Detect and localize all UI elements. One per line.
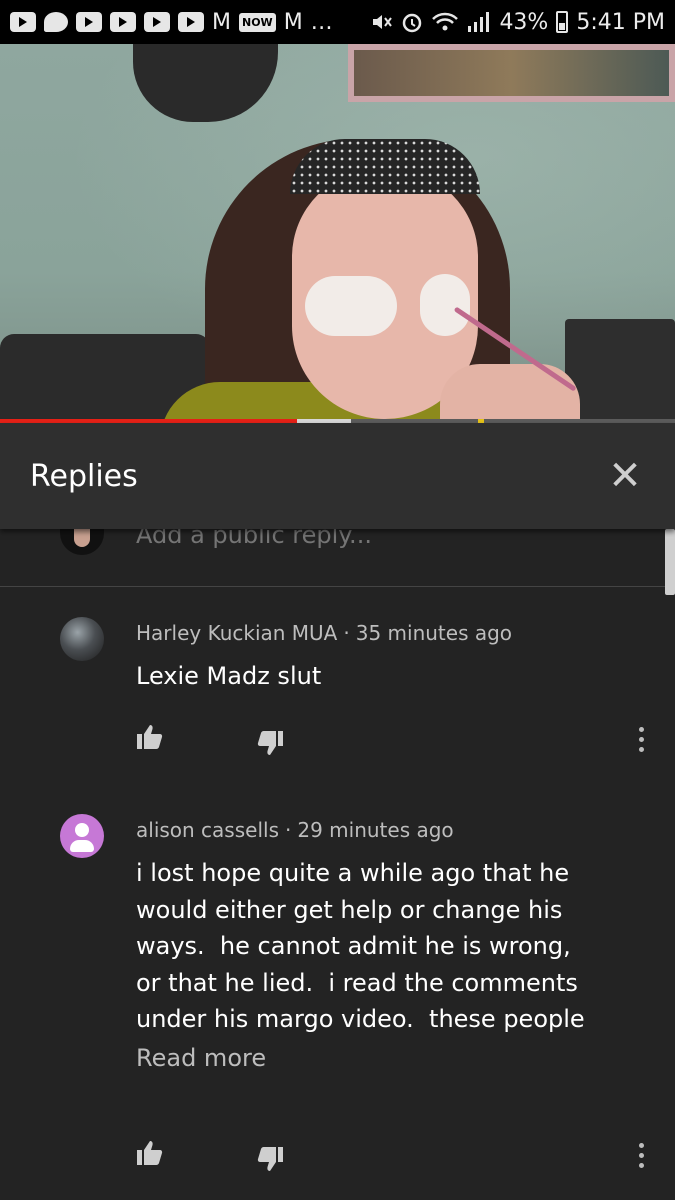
clock: 5:41 PM bbox=[576, 9, 665, 35]
message-icon bbox=[44, 12, 68, 32]
alarm-icon bbox=[403, 13, 422, 33]
close-icon[interactable]: ✕ bbox=[605, 456, 645, 496]
youtube-play-icon bbox=[10, 12, 36, 32]
video-frame-makeup bbox=[420, 274, 470, 336]
video-frame-speaker bbox=[565, 319, 675, 424]
avatar[interactable] bbox=[60, 814, 104, 858]
more-vert-icon[interactable] bbox=[636, 1143, 646, 1168]
signal-icon bbox=[468, 12, 490, 32]
battery-icon bbox=[556, 11, 569, 33]
current-user-avatar bbox=[60, 525, 104, 555]
mute-icon bbox=[373, 15, 393, 29]
thumbs-down-icon bbox=[257, 731, 283, 755]
comment-meta: alison cassells · 29 minutes ago bbox=[136, 818, 454, 842]
youtube-play-icon bbox=[144, 12, 170, 32]
separator-dot: · bbox=[343, 621, 350, 645]
comment-time: 29 minutes ago bbox=[297, 818, 454, 842]
add-reply-row bbox=[0, 525, 660, 585]
video-frame-wall-picture bbox=[348, 44, 675, 102]
thumbs-up-icon bbox=[137, 1141, 163, 1165]
more-vert-icon[interactable] bbox=[636, 727, 646, 752]
person-icon bbox=[75, 823, 89, 837]
more-notifications-icon: … bbox=[310, 9, 333, 35]
comment-meta: Harley Kuckian MUA · 35 minutes ago bbox=[136, 621, 512, 645]
divider bbox=[0, 586, 665, 587]
thumbs-down-icon bbox=[257, 1147, 283, 1171]
video-frame-headband bbox=[290, 139, 480, 194]
youtube-play-icon bbox=[110, 12, 136, 32]
read-more-link[interactable]: Read more bbox=[136, 1044, 266, 1072]
thumbs-up-icon bbox=[137, 725, 163, 749]
comment-author[interactable]: alison cassells bbox=[136, 818, 279, 842]
like-button[interactable] bbox=[136, 724, 164, 754]
video-frame-makeup bbox=[305, 276, 397, 336]
comment-text: i lost hope quite a while ago that he wo… bbox=[136, 859, 585, 1033]
now-badge-icon: NOW bbox=[238, 12, 276, 32]
video-player[interactable] bbox=[0, 44, 675, 424]
notification-icons: M NOW M … bbox=[10, 10, 333, 35]
gmail-icon: M bbox=[212, 9, 231, 35]
person-icon-body bbox=[70, 840, 94, 852]
comment-text: Lexie Madz slut bbox=[136, 662, 322, 690]
comment-author[interactable]: Harley Kuckian MUA bbox=[136, 621, 337, 645]
like-button[interactable] bbox=[136, 1140, 164, 1170]
system-icons: 43% 5:41 PM bbox=[371, 10, 665, 35]
youtube-play-icon bbox=[178, 12, 204, 32]
wifi-icon bbox=[432, 12, 459, 31]
dislike-button[interactable] bbox=[256, 730, 284, 760]
dislike-button[interactable] bbox=[256, 1146, 284, 1176]
video-frame-hand bbox=[440, 364, 580, 424]
scrollbar[interactable] bbox=[665, 529, 675, 595]
youtube-play-icon bbox=[76, 12, 102, 32]
replies-header: Replies ✕ bbox=[0, 423, 675, 529]
avatar[interactable] bbox=[60, 617, 104, 661]
comment-time: 35 minutes ago bbox=[355, 621, 513, 645]
separator-dot: · bbox=[285, 818, 292, 842]
status-bar: M NOW M … 43% 5:41 PM bbox=[0, 0, 675, 44]
gmail-icon: M bbox=[283, 9, 303, 35]
replies-title: Replies bbox=[30, 458, 138, 494]
battery-percent: 43% bbox=[499, 9, 549, 35]
